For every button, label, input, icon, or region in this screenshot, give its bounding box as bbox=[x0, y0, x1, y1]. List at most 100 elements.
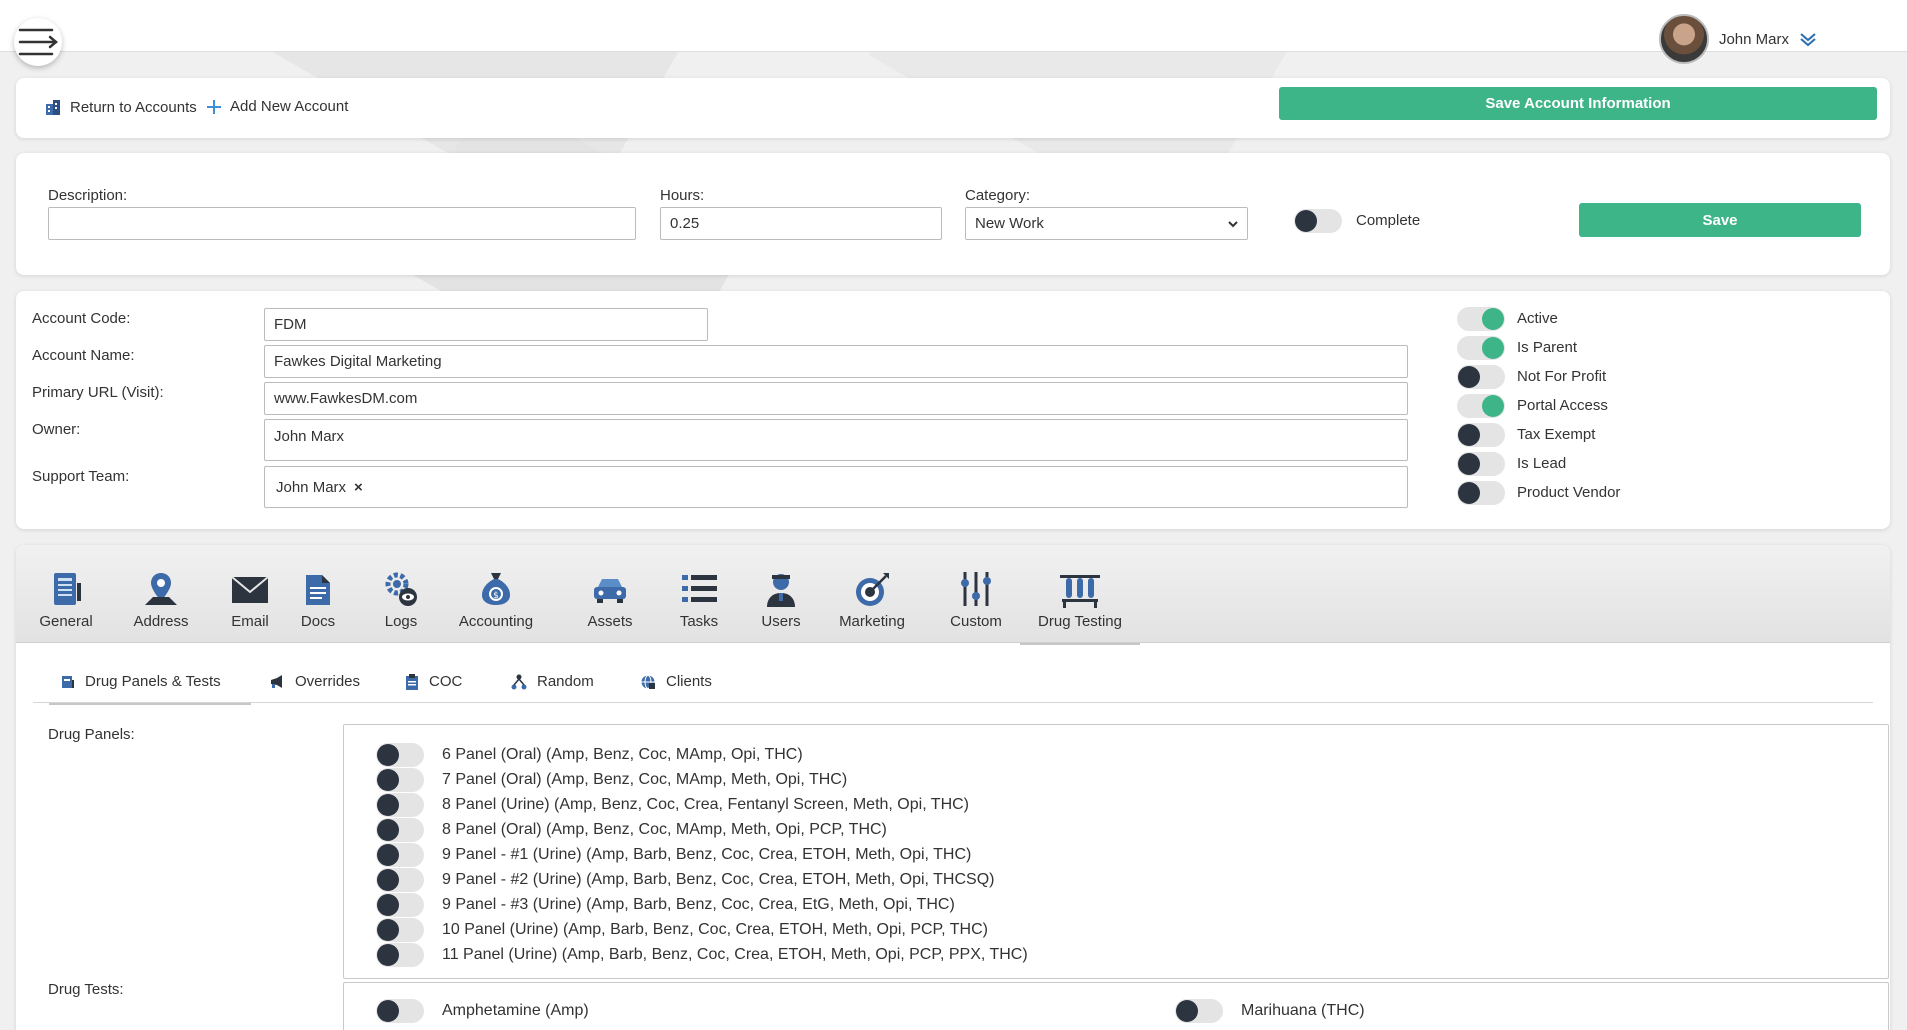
subtab-drug-panels-tests[interactable]: Drug Panels & Tests bbox=[49, 673, 251, 705]
drug-panels-list: 6 Panel (Oral) (Amp, Benz, Coc, MAmp, Op… bbox=[343, 724, 1889, 979]
primary-url-input[interactable]: www.FawkesDM.com bbox=[264, 382, 1408, 415]
account-name-input[interactable]: Fawkes Digital Marketing bbox=[264, 345, 1408, 378]
drug-test-toggle[interactable] bbox=[376, 999, 424, 1023]
flag-toggle-not-for-profit[interactable] bbox=[1457, 365, 1505, 389]
support-team-label: Support Team: bbox=[32, 468, 130, 485]
drug-panel-label: 9 Panel - #2 (Urine) (Amp, Barb, Benz, C… bbox=[442, 871, 995, 888]
description-label: Description: bbox=[48, 187, 128, 204]
tab-label: Accounting bbox=[458, 613, 534, 630]
tab-drug-testing[interactable]: Drug Testing bbox=[1020, 569, 1140, 645]
owner-input[interactable]: John Marx bbox=[264, 419, 1408, 461]
flag-toggle-is-lead[interactable] bbox=[1457, 452, 1505, 476]
description-input[interactable] bbox=[48, 207, 636, 240]
flag-toggle-active[interactable] bbox=[1457, 307, 1505, 331]
flag-toggle-portal-access[interactable] bbox=[1457, 394, 1505, 418]
tab-logs[interactable]: Logs bbox=[353, 569, 449, 630]
account-code-input[interactable]: FDM bbox=[264, 308, 708, 341]
menu-button[interactable] bbox=[14, 18, 62, 66]
drug-panel-toggle[interactable] bbox=[376, 743, 424, 767]
drug-panel-toggle[interactable] bbox=[376, 943, 424, 967]
subtab-label: Clients bbox=[666, 673, 712, 690]
add-new-account-link[interactable]: Add New Account bbox=[206, 98, 348, 115]
drug-panel-label: 9 Panel - #1 (Urine) (Amp, Barb, Benz, C… bbox=[442, 846, 972, 863]
drug-panel-toggle[interactable] bbox=[376, 843, 424, 867]
toggle-knob bbox=[377, 819, 399, 841]
subtab-overrides[interactable]: Overrides bbox=[269, 673, 360, 690]
complete-toggle[interactable] bbox=[1294, 209, 1342, 233]
toggle-knob bbox=[1458, 482, 1480, 504]
drug-panels-label: Drug Panels: bbox=[48, 726, 135, 743]
tab-marketing[interactable]: Marketing bbox=[824, 569, 920, 630]
flag-toggle-is-parent[interactable] bbox=[1457, 336, 1505, 360]
account-name-label: Account Name: bbox=[32, 347, 135, 364]
drug-panel-toggle[interactable] bbox=[376, 768, 424, 792]
drug-test-toggle[interactable] bbox=[1175, 999, 1223, 1023]
save-button[interactable]: Save bbox=[1579, 203, 1861, 237]
toggle-knob bbox=[377, 744, 399, 766]
drug-panel-label: 8 Panel (Oral) (Amp, Benz, Coc, MAmp, Me… bbox=[442, 821, 887, 838]
subtab-clients[interactable]: Clients bbox=[640, 673, 712, 690]
toggle-knob bbox=[377, 1000, 399, 1022]
gear-eye-icon bbox=[353, 569, 449, 609]
flag-toggle-tax-exempt[interactable] bbox=[1457, 423, 1505, 447]
target-icon bbox=[824, 569, 920, 609]
flag-toggle-product-vendor[interactable] bbox=[1457, 481, 1505, 505]
subtab-coc[interactable]: COC bbox=[405, 673, 462, 690]
drug-panel-row: 11 Panel (Urine) (Amp, Barb, Benz, Coc, … bbox=[376, 943, 1028, 967]
clipboard-icon bbox=[405, 673, 419, 690]
drug-panel-toggle[interactable] bbox=[376, 793, 424, 817]
drug-panel-toggle[interactable] bbox=[376, 818, 424, 842]
tab-address[interactable]: Address bbox=[113, 569, 209, 630]
notebook-icon bbox=[18, 569, 114, 609]
drug-panel-toggle[interactable] bbox=[376, 918, 424, 942]
avatar bbox=[1658, 14, 1709, 64]
task-entry-card: Description: Hours: 0.25 Category: New W… bbox=[16, 153, 1890, 275]
return-to-accounts-link[interactable]: Return to Accounts bbox=[44, 98, 197, 116]
plus-icon bbox=[207, 99, 221, 114]
drug-panel-label: 11 Panel (Urine) (Amp, Barb, Benz, Coc, … bbox=[442, 946, 1028, 963]
test-tubes-icon bbox=[1032, 569, 1128, 609]
remove-chip-icon[interactable]: × bbox=[354, 479, 363, 496]
flag-label: Product Vendor bbox=[1517, 484, 1621, 501]
tab-assets[interactable]: Assets bbox=[562, 569, 658, 630]
chevron-down-icon bbox=[1228, 221, 1238, 228]
toggle-knob bbox=[377, 944, 399, 966]
chevron-down-icon bbox=[1800, 33, 1816, 47]
toggle-knob bbox=[1458, 366, 1480, 388]
drug-panel-label: 6 Panel (Oral) (Amp, Benz, Coc, MAmp, Op… bbox=[442, 746, 803, 763]
tab-label: Assets bbox=[587, 613, 633, 630]
drug-panel-row: 9 Panel - #3 (Urine) (Amp, Barb, Benz, C… bbox=[376, 893, 955, 917]
tab-general[interactable]: General bbox=[18, 569, 114, 630]
drug-panel-toggle[interactable] bbox=[376, 868, 424, 892]
sub-tab-bar: Drug Panels & Tests Overrides COC Random Cli… bbox=[33, 655, 1873, 705]
subtab-label: Random bbox=[537, 673, 594, 690]
tab-label: Address bbox=[133, 613, 189, 630]
subtab-label: COC bbox=[429, 673, 463, 690]
icon-tab-bar: General Address Email Docs Logs $ Accounting As… bbox=[16, 545, 1890, 645]
tab-custom[interactable]: Custom bbox=[928, 569, 1024, 630]
map-pin-icon bbox=[113, 569, 209, 609]
megaphone-icon bbox=[269, 674, 285, 689]
subtab-label: Drug Panels & Tests bbox=[85, 673, 221, 690]
user-menu[interactable]: John Marx bbox=[1658, 14, 1817, 64]
drug-panel-label: 9 Panel - #3 (Urine) (Amp, Barb, Benz, C… bbox=[442, 896, 955, 913]
tab-users[interactable]: Users bbox=[733, 569, 829, 630]
drug-panel-toggle[interactable] bbox=[376, 893, 424, 917]
subtab-random[interactable]: Random bbox=[511, 673, 594, 690]
save-account-information-button[interactable]: Save Account Information bbox=[1279, 87, 1877, 120]
category-select[interactable]: New Work bbox=[965, 207, 1248, 240]
flag-label: Is Lead bbox=[1517, 455, 1567, 472]
hours-input[interactable]: 0.25 bbox=[660, 207, 942, 240]
drug-panel-row: 8 Panel (Urine) (Amp, Benz, Coc, Crea, F… bbox=[376, 793, 969, 817]
account-tabs-panel: General Address Email Docs Logs $ Accounting As… bbox=[16, 545, 1890, 1030]
drug-test-label: Amphetamine (Amp) bbox=[442, 1002, 589, 1019]
tab-label: Users bbox=[761, 613, 801, 630]
drug-panel-row: 6 Panel (Oral) (Amp, Benz, Coc, MAmp, Op… bbox=[376, 743, 803, 767]
globe-icon bbox=[640, 674, 656, 690]
toggle-knob bbox=[377, 869, 399, 891]
support-team-input[interactable]: John Marx × bbox=[264, 466, 1408, 508]
panel-icon bbox=[61, 675, 75, 689]
tab-accounting[interactable]: $ Accounting bbox=[448, 569, 544, 630]
tab-docs[interactable]: Docs bbox=[270, 569, 366, 630]
owner-label: Owner: bbox=[32, 421, 81, 438]
